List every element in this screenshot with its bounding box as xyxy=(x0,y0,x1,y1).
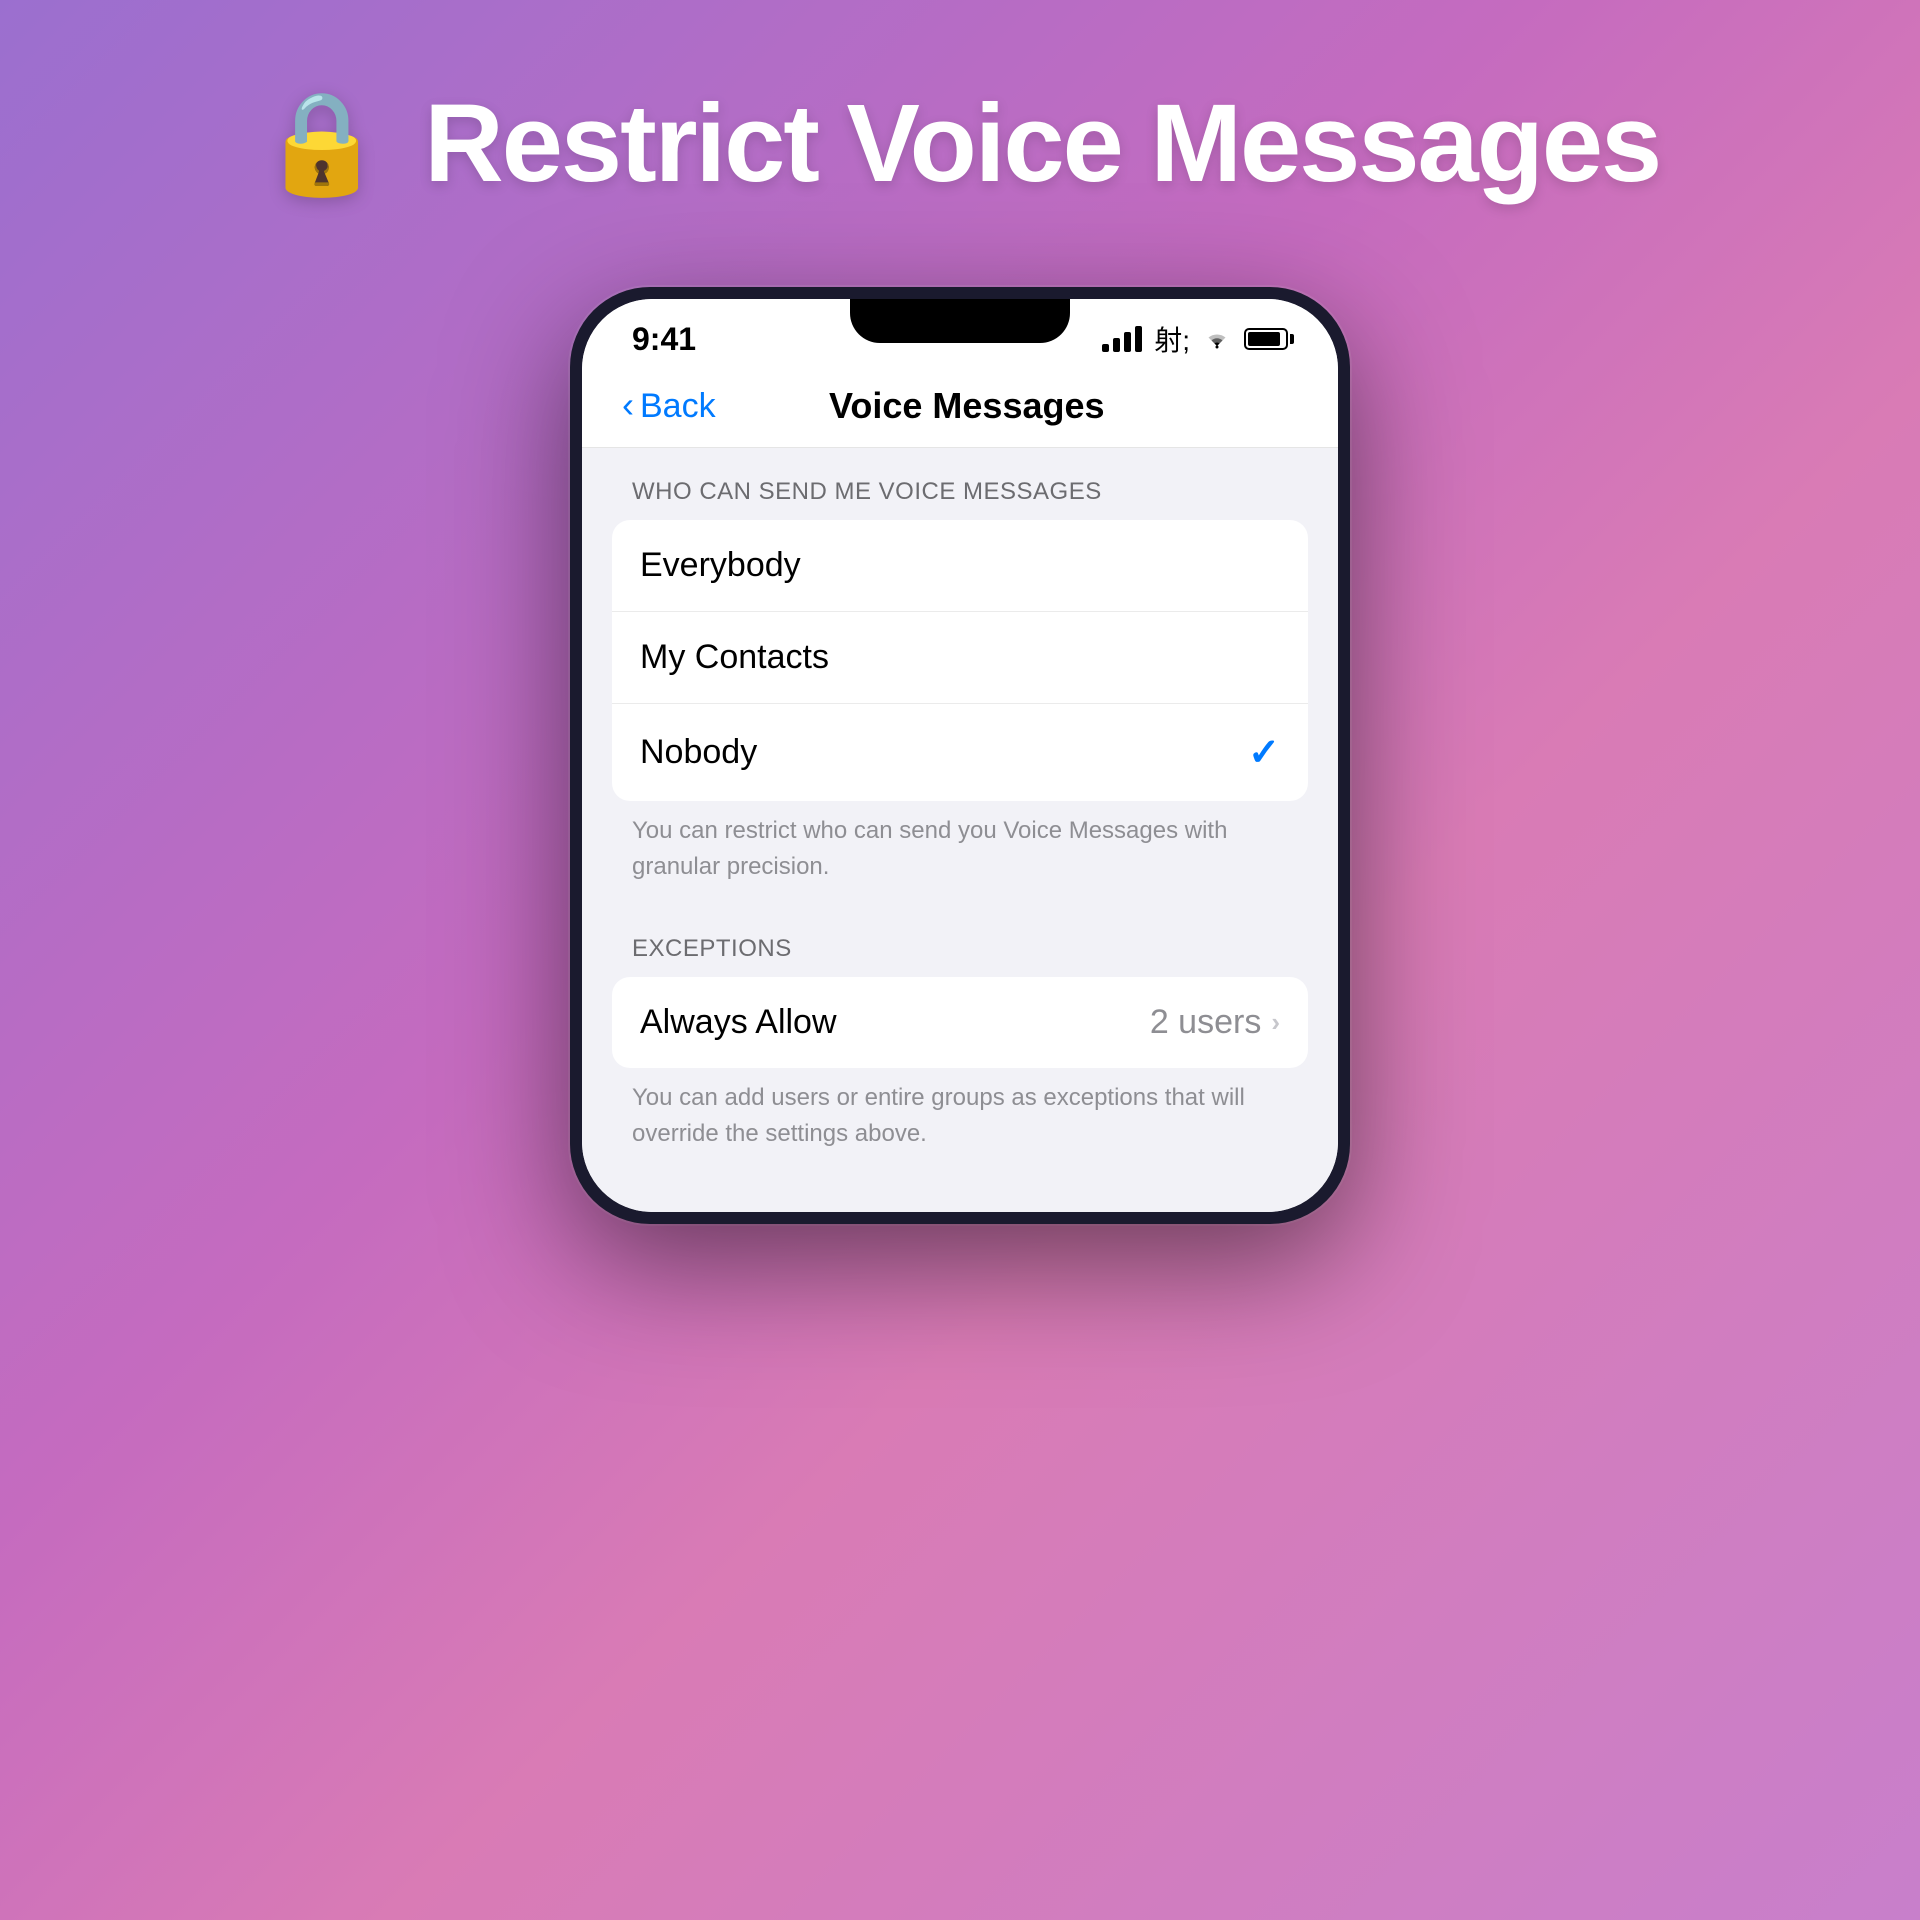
back-button[interactable]: ‹ Back xyxy=(622,387,716,426)
always-allow-count: 2 users xyxy=(1150,1003,1262,1042)
phone-inner: 9:41 射; xyxy=(582,299,1338,1212)
who-can-section: WHO CAN SEND ME VOICE MESSAGES Everybody… xyxy=(612,478,1308,905)
page-header: 🔒 Restrict Voice Messages xyxy=(260,80,1660,207)
exceptions-footer: You can add users or entire groups as ex… xyxy=(612,1068,1308,1172)
nav-bar: ‹ Back Voice Messages xyxy=(582,369,1338,448)
option-everybody[interactable]: Everybody xyxy=(612,520,1308,612)
option-nobody-label: Nobody xyxy=(640,733,757,772)
selected-checkmark-icon: ✓ xyxy=(1248,730,1280,775)
signal-bars-icon xyxy=(1102,326,1142,352)
exceptions-card: Always Allow 2 users › xyxy=(612,977,1308,1068)
content-area: WHO CAN SEND ME VOICE MESSAGES Everybody… xyxy=(582,448,1338,1212)
option-everybody-label: Everybody xyxy=(640,546,801,585)
battery-fill xyxy=(1248,332,1280,346)
signal-bar-4 xyxy=(1135,326,1142,352)
always-allow-item[interactable]: Always Allow 2 users › xyxy=(612,977,1308,1068)
wifi-icon-svg xyxy=(1202,328,1232,350)
option-nobody[interactable]: Nobody ✓ xyxy=(612,704,1308,801)
always-allow-value: 2 users › xyxy=(1150,1003,1280,1042)
wifi-icon: 射; xyxy=(1154,319,1190,359)
who-can-options-card: Everybody My Contacts Nobody ✓ xyxy=(612,520,1308,801)
back-chevron-icon: ‹ xyxy=(622,387,634,423)
signal-bar-2 xyxy=(1113,338,1120,352)
nav-title: Voice Messages xyxy=(716,385,1218,427)
who-can-section-header: WHO CAN SEND ME VOICE MESSAGES xyxy=(612,478,1308,506)
lock-icon: 🔒 xyxy=(260,85,385,202)
chevron-right-icon: › xyxy=(1271,1007,1280,1038)
signal-bar-1 xyxy=(1102,344,1109,352)
status-time: 9:41 xyxy=(632,321,696,358)
option-my-contacts-label: My Contacts xyxy=(640,638,829,677)
status-bar: 9:41 射; xyxy=(582,299,1338,369)
battery-icon xyxy=(1244,328,1288,350)
page-title: Restrict Voice Messages xyxy=(424,80,1660,207)
back-label: Back xyxy=(640,387,716,426)
notch xyxy=(850,299,1070,343)
always-allow-label: Always Allow xyxy=(640,1003,837,1042)
exceptions-section-header: EXCEPTIONS xyxy=(612,935,1308,963)
option-my-contacts[interactable]: My Contacts xyxy=(612,612,1308,704)
who-can-footer: You can restrict who can send you Voice … xyxy=(612,801,1308,905)
phone-frame: 9:41 射; xyxy=(570,287,1350,1224)
signal-bar-3 xyxy=(1124,332,1131,352)
status-icons: 射; xyxy=(1102,319,1288,359)
exceptions-section: EXCEPTIONS Always Allow 2 users › You ca… xyxy=(612,935,1308,1172)
